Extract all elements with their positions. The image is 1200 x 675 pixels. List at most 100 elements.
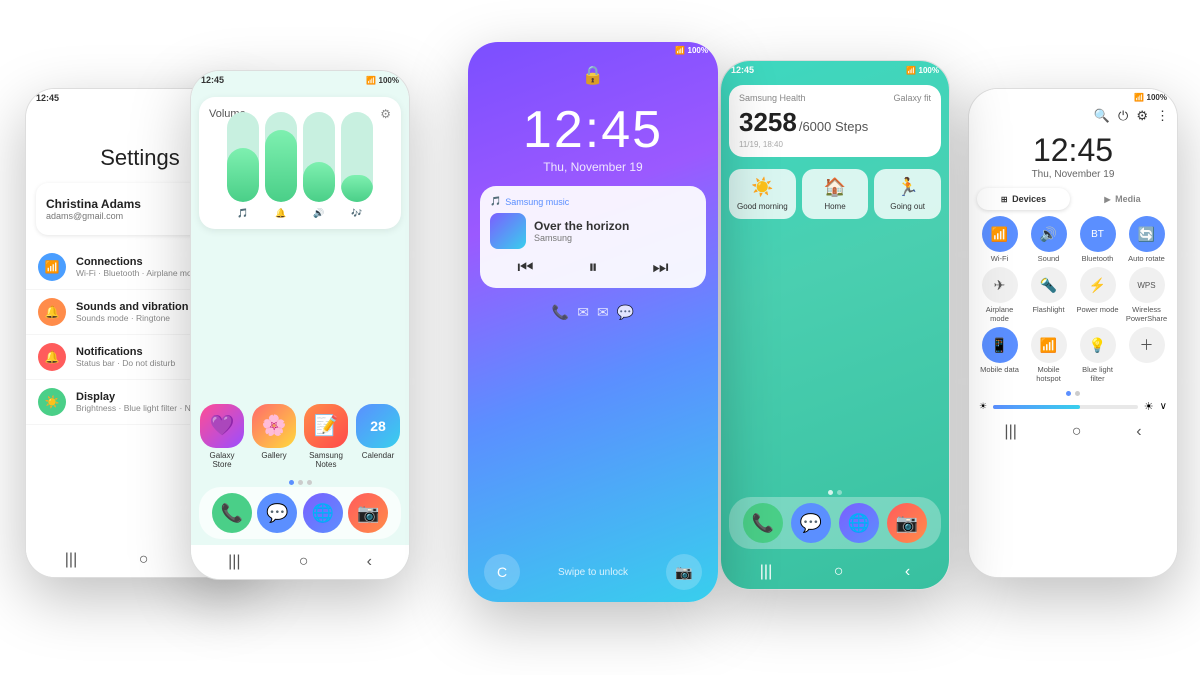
slider-media[interactable] <box>227 112 259 202</box>
toggle-add[interactable]: ＋ <box>1124 327 1169 383</box>
app-gallery[interactable]: 🌸 Gallery <box>251 404 297 470</box>
nav-recents[interactable]: ||| <box>228 553 240 571</box>
user-name: Christina Adams <box>46 197 190 211</box>
toggle-powermode[interactable]: ⚡ Power mode <box>1075 267 1120 323</box>
tab-devices[interactable]: ⊞ Devices <box>977 188 1070 210</box>
nav-home[interactable]: ○ <box>139 551 149 569</box>
music-artist-name: Samsung <box>534 233 629 243</box>
panel-settings-icon[interactable]: ⚙ <box>1136 108 1148 124</box>
music-prev-btn[interactable]: ⏮ <box>517 257 533 278</box>
volume-gear-icon[interactable]: ⚙ <box>380 107 391 121</box>
volume-screen: 12:45 📶 100% Volume ⚙ 🎵 <box>191 71 409 579</box>
lock-signal: 📶 100% <box>675 46 708 55</box>
quick-dot-2 <box>837 490 842 495</box>
quick-dock-bixby[interactable]: 🌐 <box>839 503 879 543</box>
toggle-mobiledata[interactable]: 📱 Mobile data <box>977 327 1022 383</box>
panel-power-icon[interactable]: ⏻ <box>1118 108 1128 124</box>
toggle-autorotate[interactable]: 🔄 Auto rotate <box>1124 216 1169 263</box>
bottom-dock: 📞 💬 🌐 📷 <box>199 487 401 539</box>
quick-dock: 📞 💬 🌐 📷 <box>729 497 941 549</box>
going-out-icon: 🏃 <box>896 177 918 198</box>
quick-btn-morning[interactable]: ☀️ Good morning <box>729 169 796 219</box>
toggle-hotspot[interactable]: 📶 Mobile hotspot <box>1026 327 1071 383</box>
panel-more-icon[interactable]: ⋮ <box>1156 108 1169 124</box>
app-notes[interactable]: 📝 Samsung Notes <box>303 404 349 470</box>
home-icon: 🏠 <box>824 177 846 198</box>
dock-phone-btn[interactable]: 📞 <box>212 493 252 533</box>
nav-back[interactable]: ‹ <box>1136 423 1141 441</box>
quick-btn-home[interactable]: 🏠 Home <box>802 169 869 219</box>
hotspot-toggle-circle: 📶 <box>1031 327 1067 363</box>
quick-dock-phone[interactable]: 📞 <box>743 503 783 543</box>
nav-home[interactable]: ○ <box>834 563 844 581</box>
health-steps-display: 3258 /6000 Steps <box>739 107 931 138</box>
hotspot-toggle-label: Mobile hotspot <box>1026 365 1071 383</box>
nav-back[interactable]: ‹ <box>367 553 372 571</box>
devices-tab-icon: ⊞ <box>1001 195 1008 204</box>
lock-date: Thu, November 19 <box>468 160 718 174</box>
app-calendar[interactable]: 28 Calendar <box>355 404 401 470</box>
nav-home[interactable]: ○ <box>1072 423 1082 441</box>
notif-chat-icon: 💬 <box>617 304 634 321</box>
panel-dot-2 <box>1075 391 1080 396</box>
toggle-wireless-share[interactable]: WPS Wireless PowerShare <box>1124 267 1169 323</box>
music-app-name: 🎵 Samsung music <box>490 196 696 207</box>
add-toggle-circle: ＋ <box>1129 327 1165 363</box>
lock-call-shortcut[interactable]: C <box>484 554 520 590</box>
slider-ringtone-fill <box>265 130 297 202</box>
nav-recents[interactable]: ||| <box>65 551 77 569</box>
swipe-label: Swipe to unlock <box>558 567 628 578</box>
dot-3 <box>307 480 312 485</box>
notif-phone-icon: 📞 <box>552 304 569 321</box>
slider-system[interactable] <box>341 112 373 202</box>
nav-back[interactable]: ‹ <box>905 563 910 581</box>
dock-bixby-btn[interactable]: 🌐 <box>303 493 343 533</box>
music-next-btn[interactable]: ⏭ <box>652 257 668 278</box>
apps-grid: 💜 Galaxy Store 🌸 Gallery 📝 Samsung Notes… <box>191 396 409 478</box>
brightness-expand-icon[interactable]: ∨ <box>1160 401 1167 412</box>
panel-dot-1 <box>1066 391 1071 396</box>
toggle-wifi[interactable]: 📶 Wi-Fi <box>977 216 1022 263</box>
music-app-icon: 🎵 <box>490 196 501 207</box>
nav-home[interactable]: ○ <box>299 553 309 571</box>
quick-btn-going-out[interactable]: 🏃 Going out <box>874 169 941 219</box>
quick-time: 12:45 <box>731 65 754 75</box>
dock-camera-btn[interactable]: 📷 <box>348 493 388 533</box>
brightness-high-icon: ☀ <box>1144 400 1154 413</box>
lock-bottom-area: C Swipe to unlock 📷 <box>468 542 718 602</box>
toggle-bluetooth[interactable]: BT Bluetooth <box>1075 216 1120 263</box>
slider-notification[interactable] <box>303 112 335 202</box>
toggle-sound[interactable]: 🔊 Sound <box>1026 216 1071 263</box>
panel-search-icon[interactable]: 🔍 <box>1094 108 1110 124</box>
app-galaxy-store[interactable]: 💜 Galaxy Store <box>199 404 245 470</box>
nav-recents[interactable]: ||| <box>760 563 772 581</box>
panel-tabs: ⊞ Devices ▶ Media <box>977 188 1169 210</box>
toggle-flashlight[interactable]: 🔦 Flashlight <box>1026 267 1071 323</box>
slider-4-container: 🎶 <box>341 112 373 219</box>
quick-screen: 12:45 📶 100% Samsung Health Galaxy fit 3… <box>721 61 949 589</box>
music-pause-btn[interactable]: ⏸ <box>588 257 597 278</box>
home-label: Home <box>824 202 845 211</box>
slider-notification-icon: 🔊 <box>313 208 324 219</box>
slider-ringtone[interactable] <box>265 112 297 202</box>
airplane-toggle-circle: ✈ <box>982 267 1018 303</box>
quick-actions-grid: ☀️ Good morning 🏠 Home 🏃 Going out <box>729 169 941 219</box>
slider-ringtone-icon: 🔔 <box>275 208 286 219</box>
dock-messages-btn[interactable]: 💬 <box>257 493 297 533</box>
display-icon: ☀️ <box>38 388 66 416</box>
lock-notifications: 📞 ✉ ✉ 💬 <box>468 304 718 321</box>
wireless-share-toggle-label: Wireless PowerShare <box>1124 305 1169 323</box>
bluetooth-toggle-label: Bluetooth <box>1082 254 1114 263</box>
nav-recents[interactable]: ||| <box>1004 423 1016 441</box>
slider-system-icon: 🎶 <box>351 208 362 219</box>
quick-dock-camera[interactable]: 📷 <box>887 503 927 543</box>
notifications-icon: 🔔 <box>38 343 66 371</box>
toggle-bluelight[interactable]: 💡 Blue light filter <box>1075 327 1120 383</box>
volume-sliders: 🎵 🔔 🔊 <box>209 129 391 219</box>
page-dots <box>191 480 409 485</box>
tab-media[interactable]: ▶ Media <box>1076 188 1169 210</box>
quick-dock-messages[interactable]: 💬 <box>791 503 831 543</box>
lock-status-bar: 📶 100% <box>468 42 718 59</box>
lock-camera-shortcut[interactable]: 📷 <box>666 554 702 590</box>
toggle-airplane[interactable]: ✈ Airplane mode <box>977 267 1022 323</box>
